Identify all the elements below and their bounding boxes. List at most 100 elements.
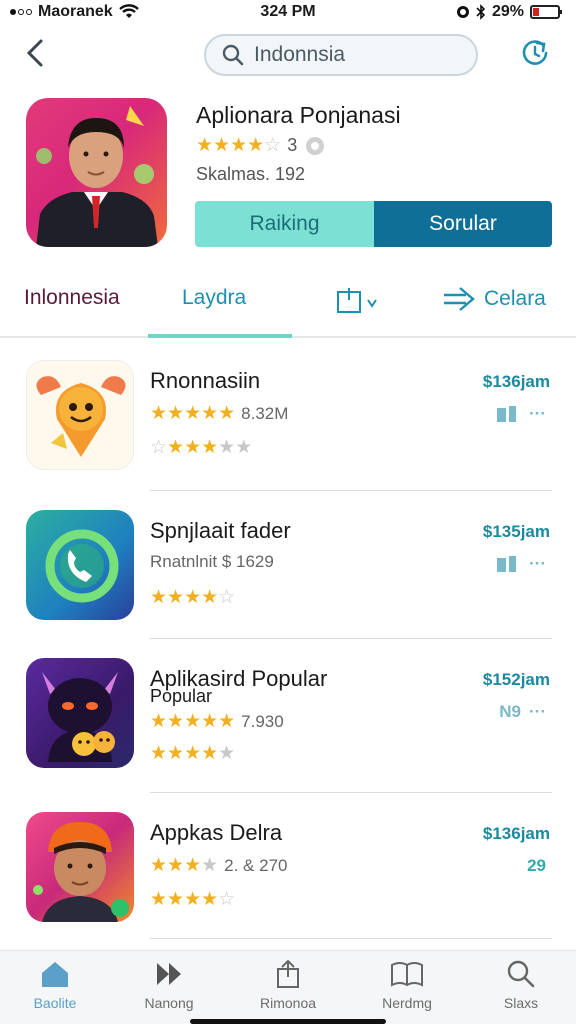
- segmented-control: Raiking Sorular: [195, 201, 552, 247]
- app-price: $152jam: [482, 670, 550, 689]
- app-action-button[interactable]: 29: [527, 856, 546, 876]
- app-meta: 8.32M: [241, 403, 289, 423]
- bottom-tab-home[interactable]: Baolite: [10, 959, 100, 1011]
- refresh-button[interactable]: [518, 36, 552, 70]
- search-input[interactable]: [254, 43, 454, 67]
- rating-stars: ★★★★☆: [150, 889, 236, 910]
- app-icon: [26, 360, 134, 470]
- row-divider: [150, 938, 552, 939]
- featured-app-icon[interactable]: [26, 98, 167, 247]
- app-name: Spnjlaait fader: [150, 518, 291, 543]
- signal-icon: [10, 9, 32, 15]
- app-action-button[interactable]: ···: [495, 554, 546, 574]
- bottom-tab-label: Baolite: [33, 995, 77, 1011]
- download-icon: [497, 556, 517, 572]
- app-name: Appkas Delra: [150, 820, 283, 845]
- bottom-tab-search[interactable]: Slaxs: [476, 959, 566, 1011]
- app-rating-line: ★★★★★ 8.32M: [150, 402, 288, 425]
- nav-bar: [0, 30, 576, 80]
- bottom-tab-nerdmg[interactable]: Nerdmg: [362, 959, 452, 1011]
- book-icon: [391, 962, 423, 987]
- app-price: $136jam: [482, 824, 550, 843]
- tab-label: Inlonnesia: [24, 286, 120, 309]
- tab-download[interactable]: [334, 286, 382, 316]
- person-portrait-icon: [36, 106, 158, 247]
- app-price: $136jam: [482, 372, 550, 391]
- list-item[interactable]: Rnonnasiin ★★★★★ 8.32M ☆★★★★★ $136jam ··…: [0, 340, 576, 488]
- tab-label: Laydra: [182, 286, 247, 309]
- home-indicator: [190, 1019, 386, 1024]
- lock-rotation-icon: [456, 6, 469, 18]
- battery-icon: [530, 5, 562, 19]
- share-icon: [277, 959, 299, 988]
- list-item[interactable]: Appkas Delra ★★★★ 2. & 270 ★★★★☆ $136jam…: [0, 792, 576, 940]
- phone-call-icon: [45, 529, 119, 603]
- featured-subtitle: Skalmas. 192: [196, 164, 306, 184]
- app-meta: 7.930: [241, 711, 284, 731]
- app-price: $135jam: [482, 522, 550, 541]
- download-icon: [497, 406, 517, 422]
- rating-stars: ★★★★☆: [150, 587, 236, 608]
- status-bar: Maoranek 324 PM 29%: [0, 0, 576, 24]
- app-action-button[interactable]: N9 ···: [499, 702, 546, 722]
- more-icon[interactable]: ···: [529, 404, 546, 424]
- bottom-tab-label: Slaxs: [503, 995, 539, 1011]
- rating-stars: ★★★★: [150, 855, 219, 876]
- monster-icon: [42, 672, 118, 762]
- mascot-icon: [36, 376, 126, 457]
- tab-label: Celara: [484, 287, 546, 310]
- search-icon: [222, 44, 244, 66]
- rating-stars: ☆★★★★★: [150, 437, 253, 458]
- app-icon: [26, 812, 134, 922]
- home-icon: [42, 962, 68, 987]
- list-item[interactable]: Spnjlaait fader Rnatnlnit $ 1629 ★★★★☆ $…: [0, 490, 576, 638]
- bottom-tab-label: Rimonoa: [259, 995, 317, 1011]
- search-icon: [507, 960, 535, 988]
- more-icon[interactable]: ···: [529, 554, 546, 574]
- tab-celara[interactable]: Celara: [442, 286, 546, 312]
- arrow-right-icon: [444, 287, 475, 311]
- app-rating-line: ★★★★ 2. & 270: [150, 854, 287, 877]
- search-bar[interactable]: [204, 34, 478, 76]
- bluetooth-icon: [476, 4, 486, 20]
- app-rating-line-secondary: ★★★★☆: [150, 586, 235, 609]
- featured-app-title: Aplionara Ponjanasi: [196, 102, 401, 128]
- app-meta: 2. & 270: [224, 855, 288, 875]
- rating-stars: ★★★★★: [150, 743, 236, 764]
- app-action-label: 29: [527, 856, 546, 875]
- more-icon[interactable]: ···: [529, 702, 546, 722]
- battery-percent: 29%: [491, 3, 524, 20]
- app-name: Rnonnasiin: [150, 368, 261, 393]
- back-button[interactable]: [18, 36, 52, 70]
- status-time: 324 PM: [260, 3, 316, 20]
- app-icon: [26, 658, 134, 768]
- fast-forward-icon: [157, 963, 181, 985]
- carrier-name: Maoranek: [38, 3, 113, 20]
- list-item[interactable]: Aplikasird Popular Popular ★★★★★ 7.930 ★…: [0, 638, 576, 786]
- app-rating-line: ★★★★★ 7.930: [150, 710, 284, 733]
- bottom-tab-bar: Baolite Nanong Rimonoa Nerdmg Slaxs: [0, 950, 576, 1024]
- chevron-left-icon: [26, 39, 43, 67]
- rating-stars: ★★★★★: [150, 711, 236, 732]
- popular-button[interactable]: Sorular: [374, 201, 552, 247]
- ranking-button[interactable]: Raiking: [195, 201, 374, 247]
- person-avatar-icon: [33, 822, 129, 922]
- app-rating-line-secondary: ☆★★★★★: [150, 436, 252, 459]
- tab-indonesia[interactable]: Inlonnesia: [24, 286, 120, 310]
- download-box-icon: [337, 288, 377, 313]
- cloud-icon: [306, 136, 325, 155]
- bottom-tab-nanong[interactable]: Nanong: [124, 959, 214, 1011]
- refresh-icon: [522, 40, 548, 65]
- bottom-tab-label: Nanong: [144, 995, 194, 1011]
- category-tabs: Inlonnesia Laydra Celara: [0, 272, 576, 338]
- app-meta: Rnatnlnit $ 1629: [150, 552, 274, 571]
- app-action-label: N9: [499, 702, 522, 721]
- app-action-button[interactable]: ···: [495, 404, 546, 424]
- bottom-tab-rimonoa[interactable]: Rimonoa: [243, 959, 333, 1011]
- wifi-icon: [118, 4, 139, 18]
- rating-stars: ★★★★★: [150, 403, 236, 424]
- app-rating-line: Rnatnlnit $ 1629: [150, 552, 274, 572]
- app-icon: [26, 510, 134, 620]
- app-rating-line-secondary: ★★★★★: [150, 742, 235, 765]
- tab-laydra[interactable]: Laydra: [182, 286, 246, 310]
